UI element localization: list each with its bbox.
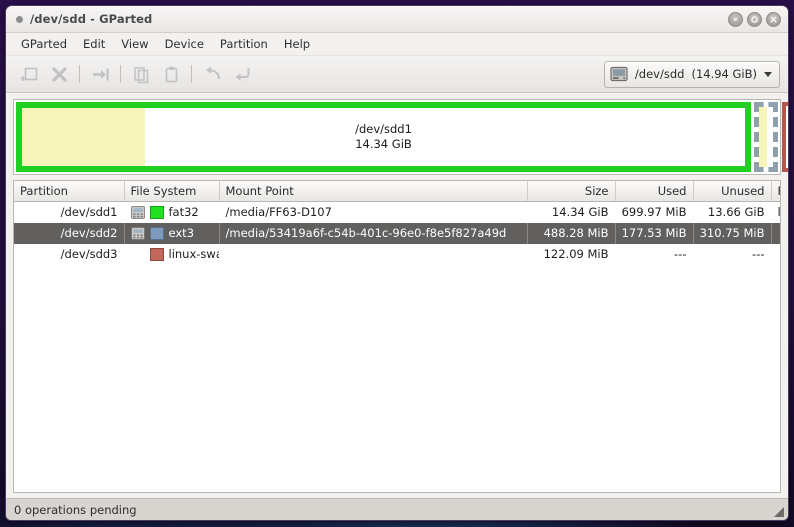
device-selector[interactable]: /dev/sdd (14.94 GiB) [603, 60, 780, 88]
disk-graphic-partition-label: /dev/sdd1 14.34 GiB [355, 122, 412, 151]
cell-flags [771, 222, 780, 244]
used-space-indicator [759, 107, 768, 167]
cell-file-system: linux-swap [124, 244, 219, 265]
cell-file-system-label: fat32 [168, 205, 199, 220]
cell-flags [771, 244, 780, 265]
window-menu-icon[interactable] [16, 15, 23, 23]
cell-partition: /dev/sdd1 [60, 205, 118, 220]
delete-partition-button[interactable] [44, 60, 74, 88]
cell-mount-point: /media/FF63-D107 [225, 205, 332, 220]
used-space-indicator [22, 108, 145, 166]
toolbar-separator [120, 65, 121, 83]
toolbar-separator [191, 65, 192, 83]
column-header-file-system[interactable]: File System [124, 181, 220, 202]
table-row[interactable]: /dev/sdd3 linux-swap 122.09 MiB --- --- [14, 244, 780, 265]
cell-size: 122.09 MiB [543, 247, 609, 261]
column-header-size[interactable]: Size [527, 181, 616, 202]
cell-unused: 310.75 MiB [693, 222, 772, 244]
column-header-flags[interactable]: Flags [771, 181, 780, 202]
partition-table: Partition File System Mount Point Size U… [13, 180, 781, 493]
device-size-label: (14.94 GiB) [691, 67, 757, 81]
disk-graphic-partition-size: 14.34 GiB [355, 137, 412, 151]
apply-icon [235, 67, 249, 80]
column-header-unused[interactable]: Unused [693, 181, 772, 202]
cell-file-system-label: ext3 [168, 226, 195, 240]
maximize-icon [751, 15, 758, 23]
mounted-device-icon [130, 226, 145, 240]
mounted-device-icon [130, 205, 145, 219]
resize-grip-icon[interactable] [771, 504, 785, 518]
paste-icon [165, 66, 177, 82]
close-button[interactable] [766, 11, 781, 27]
copy-button[interactable] [126, 60, 156, 88]
disk-graphic-partition-sdd2[interactable] [754, 102, 778, 172]
disk-graphic-view: /dev/sdd1 14.34 GiB [13, 99, 788, 175]
delete-icon [51, 66, 67, 82]
new-partition-icon [20, 67, 37, 81]
undo-button[interactable] [197, 60, 227, 88]
minimize-button[interactable] [728, 11, 743, 27]
cell-mount-point: /media/53419a6f-c54b-401c-96e0-f8e5f827a… [219, 222, 528, 244]
column-header-used[interactable]: Used [615, 181, 694, 202]
file-system-color-swatch [149, 247, 164, 261]
disk-graphic-partition-name: /dev/sdd1 [355, 122, 412, 137]
toolbar: /dev/sdd (14.94 GiB) [6, 55, 788, 93]
cell-file-system: ext3 [124, 222, 220, 244]
menu-gparted[interactable]: GParted [14, 35, 74, 53]
hard-drive-icon [610, 66, 628, 82]
paste-button[interactable] [156, 60, 186, 88]
resize-move-icon [92, 68, 109, 80]
cell-size: 488.28 MiB [527, 222, 616, 244]
maximize-button[interactable] [747, 11, 762, 27]
file-system-color-swatch [149, 226, 164, 240]
menu-partition[interactable]: Partition [213, 35, 275, 53]
table-row[interactable]: /dev/sdd2 ext3 /media/53419a6f-c54b-401c… [14, 222, 780, 244]
table-row[interactable]: /dev/sdd1 fat32 /media/FF63-D107 14.34 G… [14, 202, 781, 223]
apply-button[interactable] [227, 60, 257, 88]
file-system-color-swatch [149, 205, 164, 219]
title-bar[interactable]: /dev/sdd - GParted [6, 6, 788, 33]
device-name-label: /dev/sdd [634, 67, 685, 81]
cell-size: 14.34 GiB [551, 205, 609, 220]
column-header-mount-point[interactable]: Mount Point [219, 181, 528, 202]
cell-mount-point [219, 244, 527, 265]
cell-file-system: fat32 [124, 202, 219, 223]
table-header-row: Partition File System Mount Point Size U… [14, 181, 780, 202]
pending-operations-label: 0 operations pending [14, 502, 137, 517]
resize-move-button[interactable] [85, 60, 115, 88]
cell-flags: lba [777, 205, 781, 220]
cell-file-system-label: linux-swap [168, 247, 219, 261]
toolbar-separator [79, 65, 80, 83]
status-bar: 0 operations pending [6, 498, 788, 520]
cell-partition: /dev/sdd3 [60, 247, 118, 261]
cell-partition: /dev/sdd2 [14, 222, 125, 244]
column-header-partition[interactable]: Partition [14, 181, 125, 202]
menu-view[interactable]: View [114, 35, 155, 53]
undo-icon [205, 66, 220, 79]
minimize-icon [733, 17, 738, 21]
new-partition-button[interactable] [14, 60, 44, 88]
disk-graphic-partition-sdd1[interactable]: /dev/sdd1 14.34 GiB [16, 102, 751, 172]
menu-device[interactable]: Device [158, 35, 211, 53]
cell-used: 177.53 MiB [615, 222, 694, 244]
cell-unused: 13.66 GiB [707, 205, 765, 220]
cell-used: 699.97 MiB [621, 205, 687, 220]
copy-icon [133, 66, 148, 83]
menu-edit[interactable]: Edit [76, 35, 112, 53]
window-controls [728, 11, 781, 27]
window-title: /dev/sdd - GParted [30, 12, 153, 26]
cell-unused: --- [752, 247, 765, 261]
menu-bar: GParted Edit View Device Partition Help [6, 33, 788, 55]
chevron-down-icon [764, 71, 772, 77]
menu-help[interactable]: Help [277, 35, 317, 53]
close-icon [770, 16, 777, 22]
disk-graphic-partition-sdd3[interactable] [782, 102, 788, 172]
cell-used: --- [674, 247, 687, 261]
gparted-window: /dev/sdd - GParted GParted Edit View Dev… [5, 5, 789, 521]
